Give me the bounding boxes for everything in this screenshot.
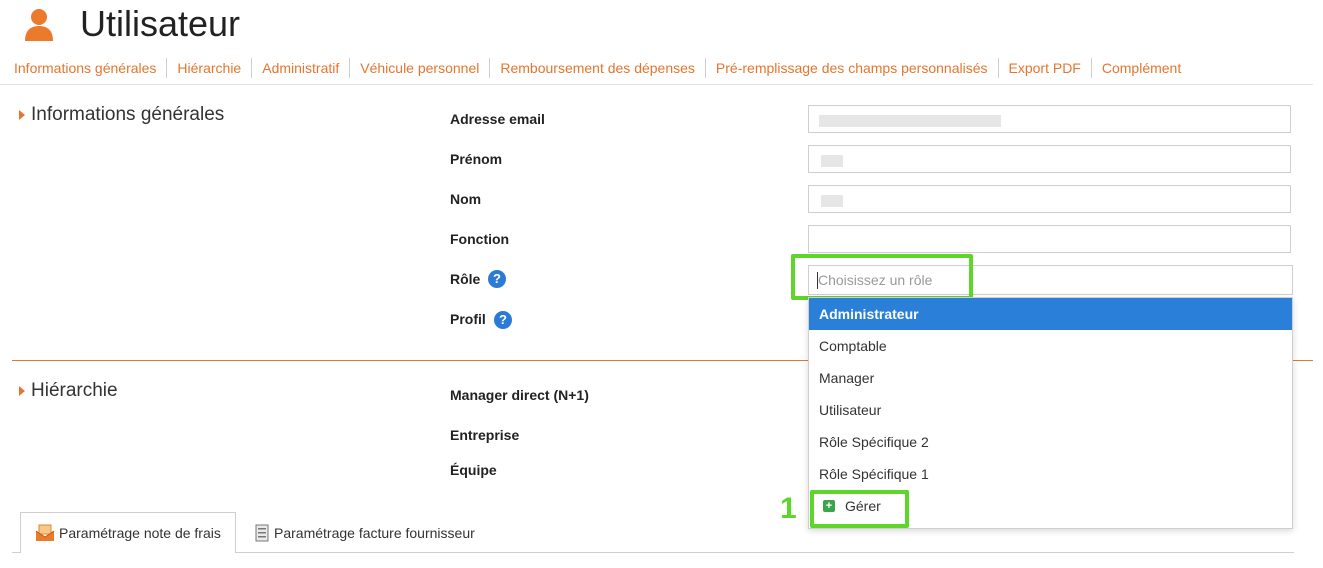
section-nav: Informations générales Hiérarchie Admini… (6, 58, 1191, 78)
tab-invoice-settings[interactable]: Paramétrage facture fournisseur (252, 512, 475, 553)
envelope-icon (35, 524, 55, 541)
manage-button-highlight (810, 490, 909, 528)
role-option-specific-1[interactable]: Rôle Spécifique 1 (809, 458, 1292, 490)
role-option-specific-2[interactable]: Rôle Spécifique 2 (809, 426, 1292, 458)
function-field[interactable] (808, 225, 1291, 253)
section-caret-icon (19, 386, 25, 396)
role-option-manager[interactable]: Manager (809, 362, 1292, 394)
tab-invoice-label: Paramétrage facture fournisseur (274, 524, 475, 541)
section-caret-icon (19, 110, 25, 120)
email-field[interactable] (808, 105, 1291, 133)
team-label: Équipe (450, 462, 497, 478)
nav-link-administrative[interactable]: Administratif (251, 58, 349, 78)
nav-link-prefill[interactable]: Pré-remplissage des champs personnalisés (704, 58, 998, 78)
role-option-utilisateur[interactable]: Utilisateur (809, 394, 1292, 426)
role-option-administrateur[interactable]: Administrateur (809, 298, 1292, 330)
nav-link-complement[interactable]: Complément (1090, 58, 1191, 78)
lastname-label: Nom (450, 191, 482, 207)
nav-link-general[interactable]: Informations générales (6, 58, 166, 78)
firstname-label: Prénom (450, 151, 503, 167)
page-title: Utilisateur (80, 3, 241, 44)
profile-label: Profil (450, 311, 486, 327)
section-title-hierarchy: Hiérarchie (31, 380, 118, 401)
manager-label: Manager direct (N+1) (450, 387, 589, 403)
role-option-comptable[interactable]: Comptable (809, 330, 1292, 362)
nav-link-export-pdf[interactable]: Export PDF (997, 58, 1091, 78)
profile-help-icon[interactable]: ? (494, 311, 512, 329)
tabs-baseline (236, 552, 1294, 553)
nav-link-vehicle[interactable]: Véhicule personnel (349, 58, 489, 78)
tab-expense-label: Paramétrage note de frais (59, 525, 221, 541)
role-help-icon[interactable]: ? (488, 270, 506, 288)
user-icon (25, 9, 53, 41)
nav-link-reimbursement[interactable]: Remboursement des dépenses (489, 58, 705, 78)
role-input-highlight (791, 254, 973, 300)
company-label: Entreprise (450, 427, 520, 443)
tab-expense-settings[interactable]: Paramétrage note de frais (20, 512, 236, 553)
section-title-general: Informations générales (31, 104, 225, 125)
lastname-field[interactable] (808, 185, 1291, 213)
tabs-baseline (12, 552, 20, 553)
nav-link-hierarchy[interactable]: Hiérarchie (166, 58, 251, 78)
function-label: Fonction (450, 231, 510, 247)
step-number: 1 (780, 492, 797, 525)
role-label: Rôle (450, 271, 481, 287)
document-icon (255, 524, 269, 541)
nav-divider (0, 84, 1313, 85)
email-label: Adresse email (450, 111, 545, 127)
firstname-field[interactable] (808, 145, 1291, 173)
